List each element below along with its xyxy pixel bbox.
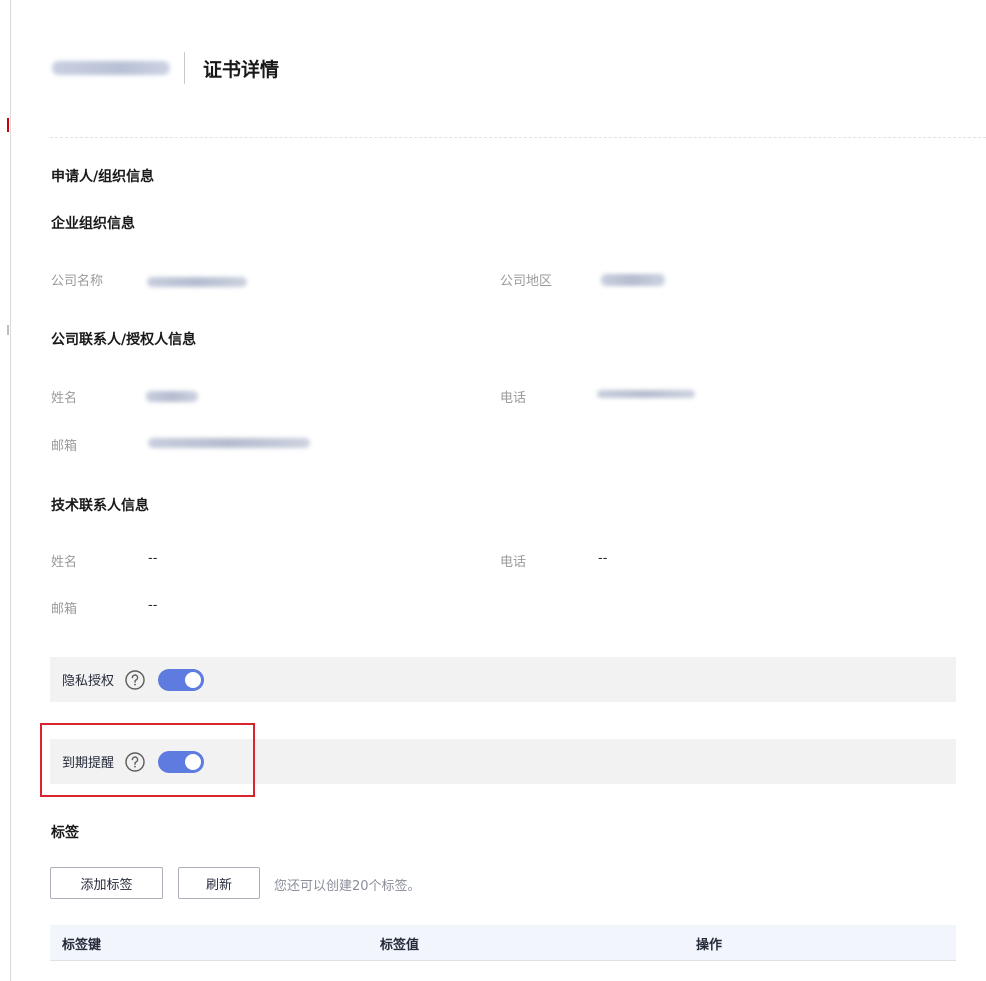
tech-contact-title: 技术联系人信息 <box>51 498 149 514</box>
tech-name-label: 姓名 <box>51 555 78 570</box>
column-header-actions: 操作 <box>696 938 723 953</box>
header-divider <box>184 52 185 84</box>
refresh-button[interactable]: 刷新 <box>178 867 260 899</box>
tech-email-value: -- <box>148 598 158 613</box>
org-info-title: 企业组织信息 <box>51 216 135 232</box>
privacy-authorization-toggle[interactable] <box>158 668 205 691</box>
contact-name-label: 姓名 <box>51 391 78 406</box>
toggle-knob <box>185 671 202 688</box>
contact-email-value-redacted <box>148 438 310 448</box>
breadcrumb-redacted[interactable] <box>52 61 170 75</box>
left-border <box>10 0 11 981</box>
contact-info-title: 公司联系人/授权人信息 <box>51 332 197 348</box>
company-region-label: 公司地区 <box>500 274 553 289</box>
highlight-annotation-box <box>40 723 255 797</box>
tags-table-header: 标签键 标签值 操作 <box>50 925 956 961</box>
privacy-authorization-row: 隐私授权 <box>50 657 956 702</box>
help-circle-icon[interactable] <box>124 669 146 691</box>
company-name-label: 公司名称 <box>51 274 104 289</box>
tech-email-label: 邮箱 <box>51 602 78 617</box>
company-region-value-redacted <box>601 274 665 286</box>
contact-email-label: 邮箱 <box>51 439 78 454</box>
header-separator <box>50 137 986 138</box>
column-header-tag-key[interactable]: 标签键 <box>62 934 101 953</box>
tech-phone-value: -- <box>598 551 608 566</box>
contact-phone-label: 电话 <box>500 391 527 406</box>
tech-name-value: -- <box>148 551 158 566</box>
tag-quota-hint: 您还可以创建20个标签。 <box>274 879 421 894</box>
tech-phone-label: 电话 <box>500 555 527 570</box>
column-header-tag-value[interactable]: 标签值 <box>380 934 419 953</box>
add-tag-button[interactable]: 添加标签 <box>50 867 163 899</box>
page-header: 证书详情 <box>52 48 279 88</box>
privacy-authorization-label: 隐私授权 <box>62 674 115 689</box>
company-name-value-redacted <box>147 277 247 287</box>
page-title: 证书详情 <box>203 58 280 81</box>
left-edge-marker <box>7 325 9 335</box>
left-edge-marker <box>7 118 9 132</box>
contact-name-value-redacted <box>146 391 198 402</box>
applicant-section-title: 申请人/组织信息 <box>51 169 155 185</box>
tags-section-title: 标签 <box>51 825 79 841</box>
contact-phone-value-redacted <box>597 390 695 398</box>
